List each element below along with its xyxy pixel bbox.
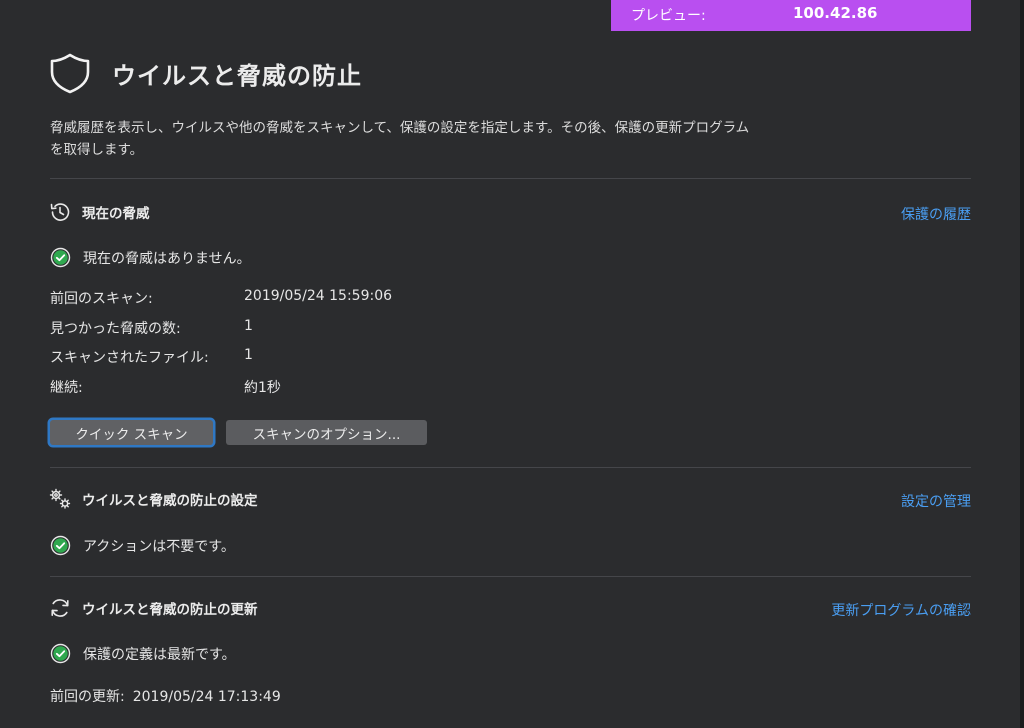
window-edge [1020, 0, 1024, 728]
check-updates-link[interactable]: 更新プログラムの確認 [831, 600, 971, 620]
page-header: ウイルスと脅威の防止 [48, 52, 362, 94]
last-update: 前回の更新: 2019/05/24 17:13:49 [50, 686, 281, 706]
divider [50, 178, 971, 179]
preview-label: プレビュー: [631, 8, 706, 24]
gears-icon [49, 488, 71, 509]
preview-banner: プレビュー: 100.42.86 [611, 0, 971, 31]
last-update-label: 前回の更新: [50, 689, 125, 705]
last-update-value: 2019/05/24 17:13:49 [132, 689, 281, 705]
shield-icon [50, 53, 90, 94]
detail-value: 1 [244, 317, 253, 334]
settings-status: アクションは不要です。 [50, 535, 235, 556]
updates-status-text: 保護の定義は最新です。 [83, 646, 236, 663]
manage-settings-link[interactable]: 設定の管理 [901, 491, 971, 511]
detail-value: 2019/05/24 15:59:06 [244, 288, 393, 304]
updates-title: ウイルスと脅威の防止の更新 [82, 602, 258, 618]
settings-header: ウイルスと脅威の防止の設定 [48, 487, 258, 511]
quick-scan-button[interactable]: クイック スキャン [50, 420, 213, 445]
current-threats-header: 現在の脅威 [48, 200, 150, 224]
check-circle-icon [50, 247, 71, 268]
divider [50, 467, 971, 468]
refresh-icon [51, 599, 69, 617]
current-threats-status: 現在の脅威はありません。 [50, 247, 251, 268]
settings-title: ウイルスと脅威の防止の設定 [82, 493, 258, 509]
detail-value: 1 [244, 347, 253, 363]
updates-status: 保護の定義は最新です。 [50, 643, 236, 664]
preview-version: 100.42.86 [793, 4, 878, 22]
detail-label: 継続: [50, 379, 83, 396]
page-title: ウイルスと脅威の防止 [112, 61, 362, 90]
current-threats-status-text: 現在の脅威はありません。 [83, 250, 251, 267]
detail-label: 前回のスキャン: [50, 291, 153, 307]
detail-label: 見つかった脅威の数: [50, 320, 181, 337]
scan-options-button[interactable]: スキャンのオプション... [226, 420, 427, 445]
updates-header: ウイルスと脅威の防止の更新 [48, 596, 258, 620]
check-circle-icon [50, 535, 71, 556]
page-description: 脅威履歴を表示し、ウイルスや他の脅威をスキャンして、保護の設定を指定します。その… [50, 120, 750, 158]
protection-history-link[interactable]: 保護の履歴 [901, 204, 971, 224]
settings-status-text: アクションは不要です。 [83, 538, 235, 555]
detail-label: スキャンされたファイル: [50, 350, 209, 366]
divider [50, 576, 971, 577]
history-icon [50, 203, 70, 221]
virus-threat-protection-page: プレビュー: 100.42.86 ウイルスと脅威の防止 脅威履歴を表示し、ウイル… [0, 0, 1024, 728]
detail-value: 約1秒 [244, 379, 281, 396]
check-circle-icon [50, 643, 71, 664]
current-threats-title: 現在の脅威 [82, 206, 150, 222]
